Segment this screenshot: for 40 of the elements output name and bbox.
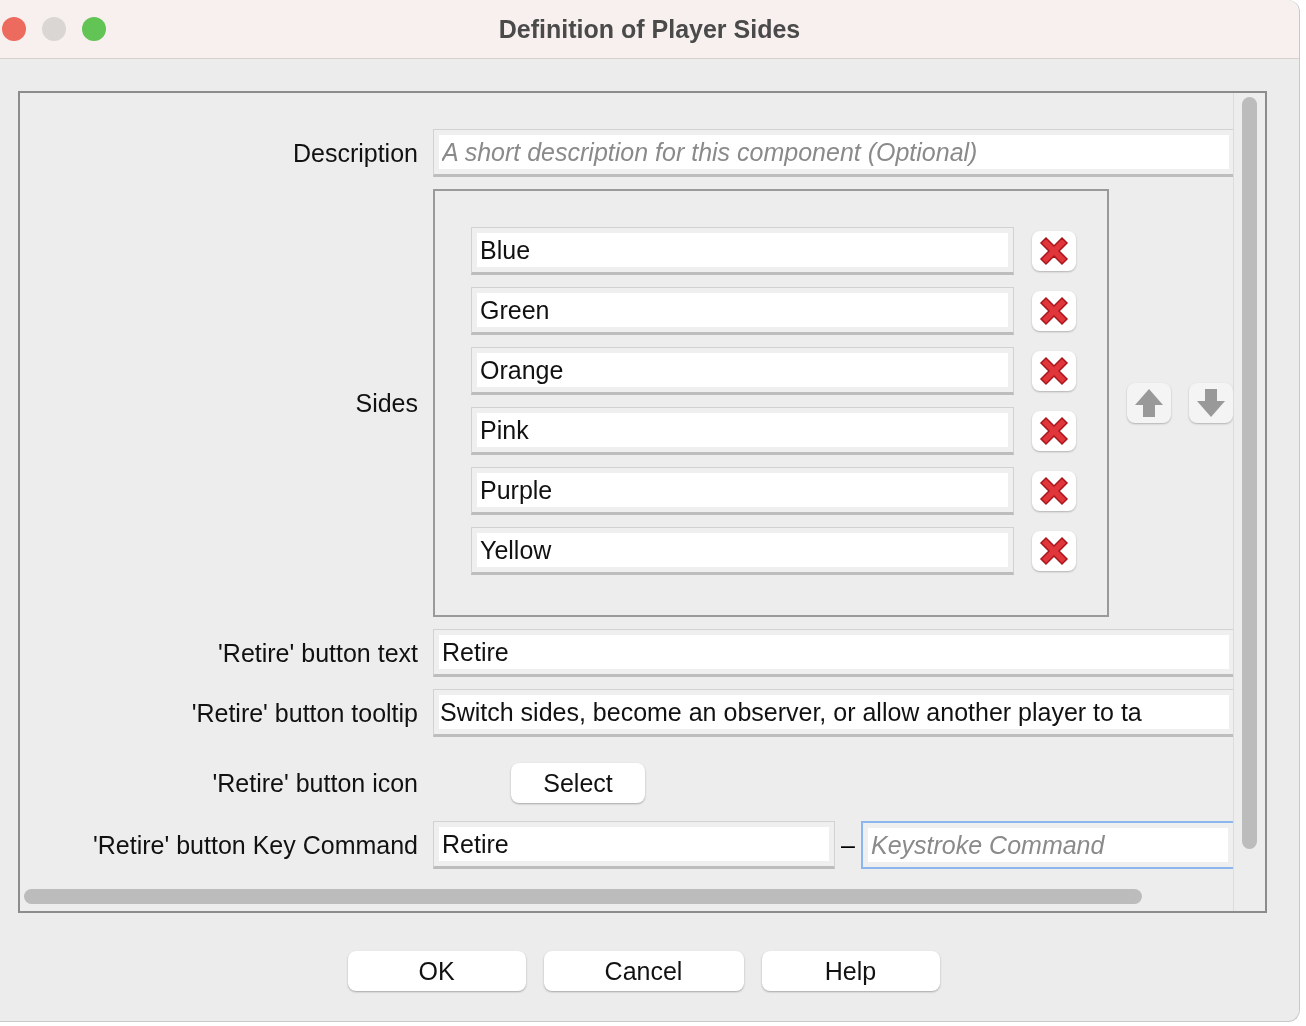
dialog-button[interactable]: OK — [347, 951, 526, 991]
remove-button[interactable] — [1032, 351, 1076, 391]
field-label: 'Retire' button tooltip — [191, 698, 418, 728]
remove-button[interactable] — [1032, 531, 1076, 571]
zoom-button[interactable] — [82, 17, 106, 41]
field-label: 'Retire' button icon — [212, 768, 418, 798]
text-field[interactable]: Retire — [433, 629, 1234, 677]
side-name-field[interactable]: Yellow — [471, 527, 1014, 575]
side-name-field[interactable]: Purple — [471, 467, 1014, 515]
delete-x-icon — [1037, 234, 1071, 268]
select-button[interactable]: Select — [511, 763, 645, 803]
remove-button[interactable] — [1032, 471, 1076, 511]
close-button[interactable] — [2, 17, 26, 41]
delete-x-icon — [1037, 534, 1071, 568]
window-title: Definition of Player Sides — [498, 14, 801, 44]
key-command-field[interactable]: Retire — [433, 821, 835, 869]
delete-x-icon — [1037, 474, 1071, 508]
delete-x-icon — [1037, 294, 1071, 328]
side-name-field[interactable]: Blue — [471, 227, 1014, 275]
remove-button[interactable] — [1032, 291, 1076, 331]
tooltip-field[interactable]: Switch sides, become an observer, or allow another player to ta — [433, 689, 1234, 737]
up-arrow-icon — [1133, 387, 1165, 419]
separator-dash: – — [841, 830, 853, 860]
dialog-button[interactable]: Help — [761, 951, 940, 991]
keystroke-field[interactable]: Keystroke Command — [861, 821, 1234, 869]
side-name-field[interactable]: Orange — [471, 347, 1014, 395]
dialog-button[interactable]: Cancel — [543, 951, 744, 991]
delete-x-icon — [1037, 354, 1071, 388]
move-down-button[interactable] — [1189, 383, 1233, 423]
side-name-field[interactable]: Pink — [471, 407, 1014, 455]
field-label: 'Retire' button Key Command — [93, 830, 418, 860]
field-label: Description — [292, 138, 418, 168]
move-up-button[interactable] — [1127, 383, 1171, 423]
field-label: Sides — [355, 388, 418, 418]
side-name-field[interactable]: Green — [471, 287, 1014, 335]
field-label: 'Retire' button text — [218, 638, 418, 668]
remove-button[interactable] — [1032, 231, 1076, 271]
down-arrow-icon — [1195, 387, 1227, 419]
remove-button[interactable] — [1032, 411, 1076, 451]
delete-x-icon — [1037, 414, 1071, 448]
